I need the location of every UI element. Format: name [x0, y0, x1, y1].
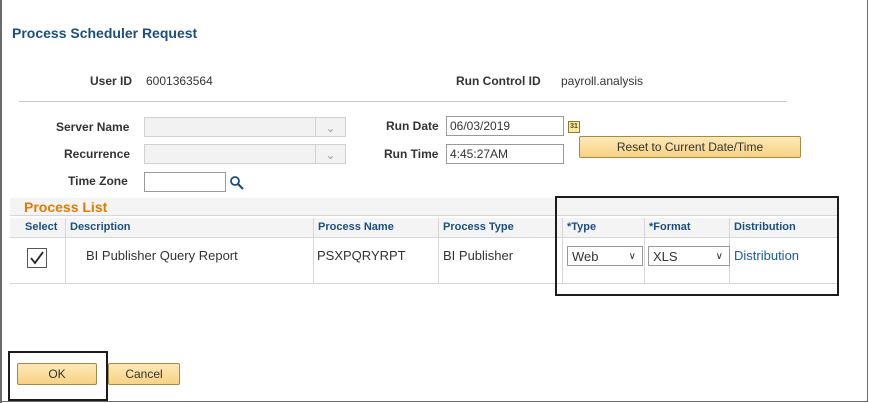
header-divider — [19, 101, 787, 102]
row-description: BI Publisher Query Report — [86, 248, 238, 263]
process-list-title: Process List — [24, 199, 108, 215]
magnifier-icon[interactable] — [229, 175, 245, 191]
recurrence-select: ⌄ — [144, 144, 346, 164]
cancel-button[interactable]: Cancel — [108, 363, 180, 385]
run-time-label: Run Time — [384, 147, 439, 161]
type-format-highlight-box — [555, 196, 839, 296]
run-date-input[interactable]: 06/03/2019 — [446, 116, 564, 136]
row-process-name: PSXPQRYRPT — [317, 248, 406, 263]
server-name-select: ⌄ — [144, 117, 346, 137]
time-zone-input[interactable] — [144, 172, 226, 192]
col-description: Description — [70, 221, 131, 233]
server-name-label: Server Name — [56, 120, 130, 134]
calendar-icon[interactable]: 31 — [568, 121, 580, 133]
col-process-name: Process Name — [318, 221, 394, 233]
run-control-id-label: Run Control ID — [456, 74, 541, 88]
page-title: Process Scheduler Request — [12, 25, 198, 41]
column-divider — [438, 218, 439, 284]
chevron-down-icon: ⌄ — [315, 118, 345, 136]
run-time-value: 4:45:27AM — [450, 147, 509, 161]
reset-datetime-button[interactable]: Reset to Current Date/Time — [579, 136, 801, 158]
ok-button[interactable]: OK — [17, 363, 97, 385]
row-select-checkbox[interactable] — [27, 248, 47, 268]
run-time-input[interactable]: 4:45:27AM — [446, 144, 564, 164]
user-id-label: User ID — [90, 74, 133, 88]
row-process-type: BI Publisher — [443, 248, 514, 263]
column-divider — [313, 218, 314, 284]
col-process-type: Process Type — [443, 221, 514, 233]
user-id-value: 6001363564 — [146, 74, 213, 88]
checkmark-icon — [30, 251, 44, 265]
chevron-down-icon: ⌄ — [315, 145, 345, 163]
run-date-value: 06/03/2019 — [450, 119, 511, 133]
column-divider — [65, 218, 66, 284]
col-select: Select — [25, 221, 58, 233]
time-zone-label: Time Zone — [68, 174, 128, 188]
run-control-id-value: payroll.analysis — [561, 74, 644, 88]
recurrence-label: Recurrence — [64, 147, 131, 161]
run-date-label: Run Date — [386, 119, 439, 133]
